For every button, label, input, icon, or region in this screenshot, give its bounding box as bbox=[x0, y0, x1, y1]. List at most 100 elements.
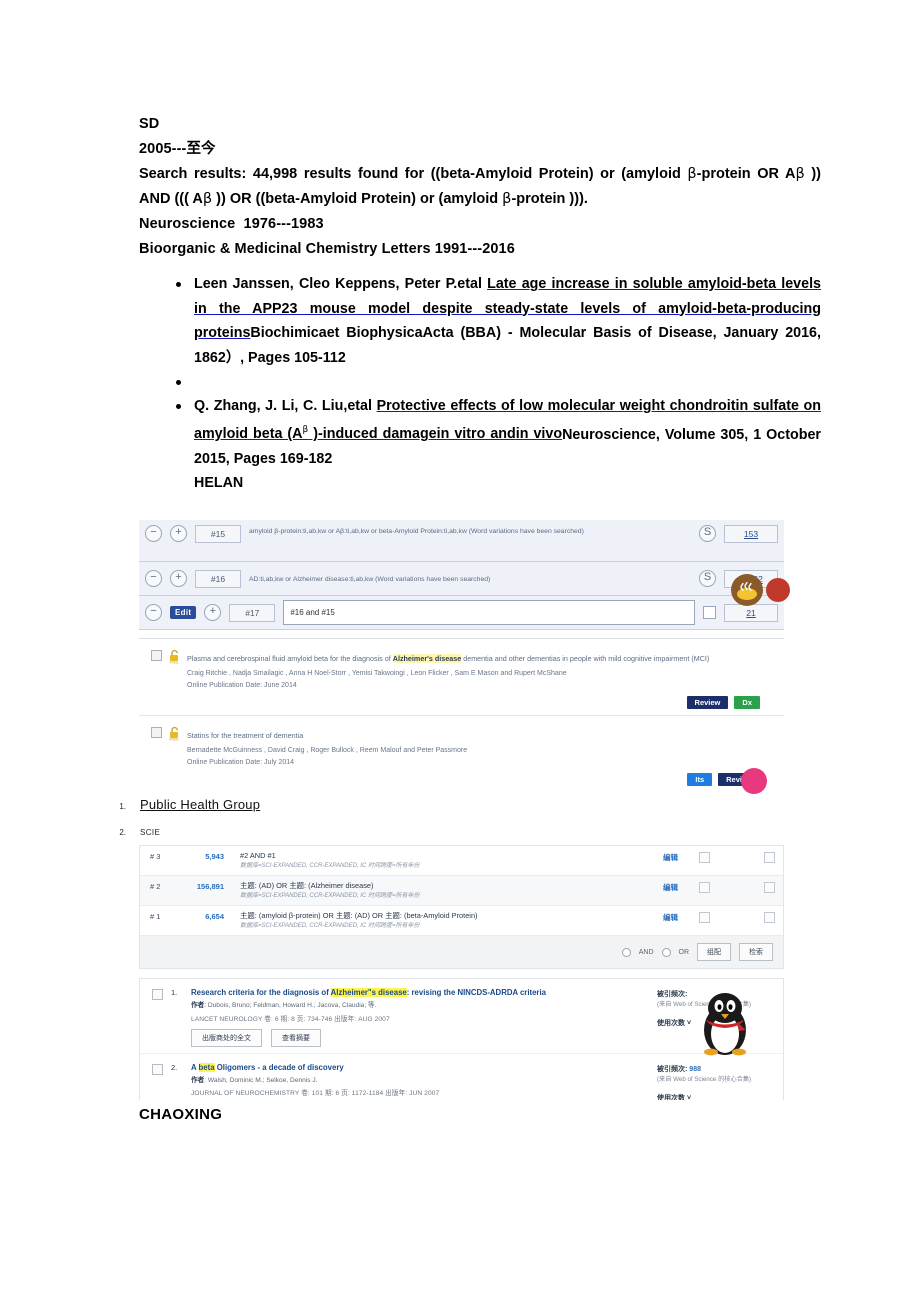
cite-label: 被引频次: bbox=[657, 1065, 688, 1073]
search-results-paragraph: Search results: 44,998 results found for… bbox=[139, 162, 821, 212]
minus-icon[interactable]: − bbox=[145, 604, 162, 621]
table-row[interactable]: − + #15 amyloid β-protein:ti,ab,kw or Aβ… bbox=[139, 520, 784, 562]
scope-icon[interactable]: S bbox=[699, 525, 716, 542]
result-title[interactable]: Research criteria for the diagnosis of A… bbox=[191, 987, 649, 998]
result-checkbox[interactable] bbox=[151, 727, 162, 738]
query-database: 数据库=SCI-EXPANDED, CCR-EXPANDED, IC 时间跨度=… bbox=[240, 863, 420, 869]
heading-neuroscience: Neuroscience 1976---1983 bbox=[139, 216, 324, 232]
result-journal: LANCET NEUROLOGY 卷: 6 期: 8 页: 734-746 出版… bbox=[191, 1015, 390, 1023]
result-checkbox[interactable] bbox=[151, 650, 162, 661]
query-text: 主题: (AD) OR 主题: (Alzheimer disease) bbox=[240, 881, 374, 890]
wos-search-history: # 3 5,943 #2 AND #1 数据库=SCI-EXPANDED, CC… bbox=[139, 845, 784, 969]
query-cell: 主题: (amyloid β-protein) OR 主题: (AD) OR 主… bbox=[234, 911, 653, 931]
result-metrics: 被引频次: 988 (来自 Web of Science 的核心合集) 使用次数… bbox=[657, 1062, 775, 1101]
edit-link[interactable]: 编辑 bbox=[663, 881, 689, 893]
result-count-link[interactable]: 153 bbox=[724, 525, 778, 543]
view-abstract-button[interactable]: 查看摘要 bbox=[271, 1028, 321, 1047]
plus-icon[interactable]: + bbox=[204, 604, 222, 621]
table-row[interactable]: # 3 5,943 #2 AND #1 数据库=SCI-EXPANDED, CC… bbox=[140, 846, 783, 876]
publisher-fulltext-button[interactable]: 出版商处的全文 bbox=[191, 1028, 262, 1047]
table-row[interactable]: − + #16 AD:ti,ab,kw or Alzheimer disease… bbox=[139, 562, 784, 596]
title-highlight: Alzheimer"s disease bbox=[330, 988, 407, 997]
row-checkbox[interactable] bbox=[699, 912, 710, 923]
row-checkbox[interactable] bbox=[699, 852, 710, 863]
combine-button[interactable]: 组配 bbox=[697, 943, 731, 961]
coffee-emoji bbox=[730, 573, 764, 607]
citation-after-label: HELAN bbox=[194, 475, 244, 492]
result-count[interactable]: 6,654 bbox=[182, 911, 224, 921]
result-body: A beta Oligomers - a decade of discovery… bbox=[191, 1062, 649, 1101]
public-health-group-link[interactable]: Public Health Group bbox=[140, 797, 260, 812]
row-checkbox-2[interactable] bbox=[764, 912, 775, 923]
list-item: Q. Zhang, J. Li, C. Liu,etal Protective … bbox=[139, 394, 821, 496]
svg-text:FREE: FREE bbox=[169, 738, 179, 741]
query-database: 数据库=SCI-EXPANDED, CCR-EXPANDED, IC 时间跨度=… bbox=[240, 893, 420, 899]
authors-value: : Walsh, Dominic M.; Selkoe, Dennis J. bbox=[204, 1076, 318, 1084]
spacer bbox=[139, 969, 784, 978]
scie-label: SCIE bbox=[140, 828, 161, 837]
radio-and[interactable] bbox=[621, 947, 631, 957]
free-access-icon: FREE bbox=[168, 726, 181, 786]
edit-link[interactable]: 编辑 bbox=[663, 911, 689, 923]
list-item[interactable]: 1. Research criteria for the diagnosis o… bbox=[140, 979, 783, 1054]
result-title[interactable]: Plasma and cerebrospinal fluid amyloid b… bbox=[187, 654, 709, 663]
plus-icon[interactable]: + bbox=[170, 570, 187, 587]
pink-emoji bbox=[741, 768, 767, 794]
plus-icon[interactable]: + bbox=[170, 525, 187, 542]
search-button[interactable]: 检索 bbox=[739, 943, 773, 961]
numbered-list: 1. Public Health Group 2. SCIE bbox=[110, 797, 610, 837]
citation-authors: Q. Zhang, J. Li, C. Liu,etal bbox=[194, 398, 377, 414]
list-item: 1. Public Health Group bbox=[110, 797, 610, 812]
row-checkbox[interactable] bbox=[699, 882, 710, 893]
list-item-empty bbox=[139, 370, 821, 394]
result-count[interactable]: 156,891 bbox=[182, 881, 224, 891]
ovid-cochrane-screenshot: − + #15 amyloid β-protein:ti,ab,kw or Aβ… bbox=[139, 520, 784, 788]
heading-years: 2005---至今 bbox=[139, 141, 216, 157]
query-text: 主题: (amyloid β-protein) OR 主题: (AD) OR 主… bbox=[240, 911, 478, 920]
table-row[interactable]: # 1 6,654 主题: (amyloid β-protein) OR 主题:… bbox=[140, 906, 783, 936]
list-item: Leen Janssen, Cleo Keppens, Peter P.etal… bbox=[139, 272, 821, 370]
authors-value: : Dubois, Bruno; Feldman, Howard H.; Jac… bbox=[204, 1002, 377, 1009]
result-buttons: 出版商处的全文 查看摘要 bbox=[191, 1028, 649, 1047]
result-body: Research criteria for the diagnosis of A… bbox=[191, 987, 649, 1047]
edit-button[interactable]: Edit bbox=[170, 606, 197, 619]
scope-icon[interactable]: S bbox=[699, 570, 716, 587]
result-journal: JOURNAL OF NEUROCHEMISTRY 卷: 101 期: 6 页:… bbox=[191, 1090, 440, 1097]
query-input[interactable]: #16 and #15 bbox=[283, 600, 695, 625]
status-badge: Dx bbox=[734, 696, 760, 709]
list-item[interactable]: 2. A beta Oligomers - a decade of discov… bbox=[140, 1054, 783, 1101]
radio-or[interactable] bbox=[661, 947, 671, 957]
result-authors: Bernadette McGuinness , David Craig , Ro… bbox=[187, 747, 468, 754]
expand-icon[interactable] bbox=[703, 606, 716, 619]
row-checkbox-2[interactable] bbox=[764, 852, 775, 863]
result-title[interactable]: Statins for the treatment of dementia bbox=[187, 731, 303, 740]
list-number: 2. bbox=[119, 828, 126, 837]
qq-penguin-icon bbox=[697, 988, 753, 1058]
document-text-block: SD 2005---至今 Search results: 44,998 resu… bbox=[139, 112, 821, 496]
beta-glyph-1: β bbox=[687, 166, 697, 182]
search-results-part-2: -protein OR A bbox=[696, 166, 796, 182]
minus-icon[interactable]: − bbox=[145, 525, 162, 542]
citation-title-part-d: in vivo bbox=[515, 426, 563, 443]
wos-results-list: 1. Research criteria for the diagnosis o… bbox=[139, 978, 784, 1100]
result-title[interactable]: A beta Oligomers - a decade of discovery bbox=[191, 1062, 649, 1073]
citation-journal-3: Acta (BBA) - Molecular Basis of Disease,… bbox=[422, 325, 818, 341]
result-number: 1. bbox=[171, 988, 178, 997]
set-id: # 3 bbox=[150, 852, 161, 861]
title-pre: Plasma and cerebrospinal fluid amyloid b… bbox=[187, 654, 393, 663]
result-checkbox[interactable] bbox=[152, 1063, 163, 1075]
row-checkbox-2[interactable] bbox=[764, 882, 775, 893]
list-item[interactable]: FREE Statins for the treatment of dement… bbox=[139, 716, 784, 788]
table-row[interactable]: − Edit + #17 #16 and #15 21 bbox=[139, 596, 784, 630]
search-results-part-1: Search results: 44,998 results found for… bbox=[139, 166, 688, 182]
heading-bioorganic: Bioorganic & Medicinal Chemistry Letters… bbox=[139, 241, 515, 257]
table-row[interactable]: # 2 156,891 主题: (AD) OR 主题: (Alzheimer d… bbox=[140, 876, 783, 906]
edit-link[interactable]: 编辑 bbox=[663, 851, 689, 863]
usage-count-label[interactable]: 使用次数 ˅ bbox=[657, 1093, 775, 1101]
list-item[interactable]: FREE Plasma and cerebrospinal fluid amyl… bbox=[139, 639, 784, 716]
svg-text:FREE: FREE bbox=[169, 661, 179, 664]
cite-count[interactable]: 988 bbox=[689, 1066, 701, 1073]
result-checkbox[interactable] bbox=[152, 989, 163, 1000]
result-count[interactable]: 5,943 bbox=[182, 851, 224, 861]
minus-icon[interactable]: − bbox=[145, 570, 162, 587]
